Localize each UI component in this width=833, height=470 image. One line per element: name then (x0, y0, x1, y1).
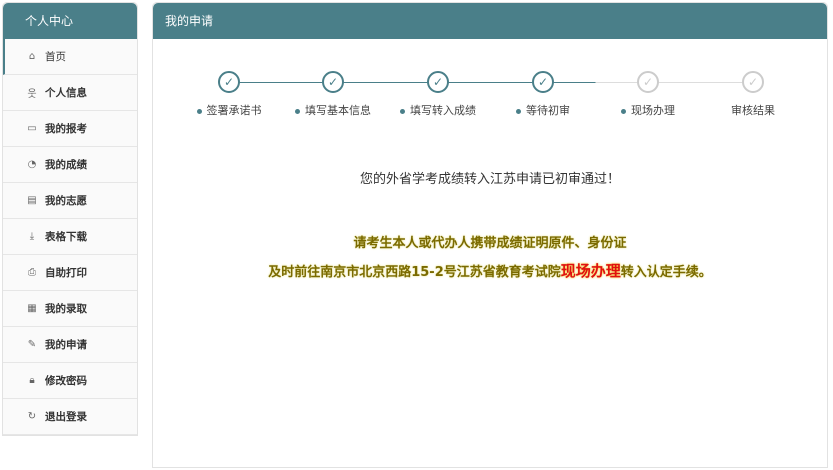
check-circle-icon: ✓ (742, 71, 764, 93)
sidebar-item-label: 我的申请 (45, 339, 87, 351)
sidebar: 个人中心 ⌂ 首页 웃 个人信息 ▭ 我的报考 ◔ 我的成绩 ▤ 我的志愿 ⤓ 表格下载 ⎙ 自助打印 ▦ 我… (2, 2, 138, 436)
check-circle-icon: ✓ (322, 71, 344, 93)
check-circle-icon: ✓ (427, 71, 449, 93)
dot-icon (295, 108, 300, 114)
step-label: 签署承诺书 (206, 104, 262, 117)
sidebar-item[interactable]: 웃 个人信息 (3, 75, 137, 111)
sidebar-item-label: 自助打印 (45, 267, 87, 279)
sidebar-item[interactable]: ↻ 退出登录 (3, 399, 137, 435)
sidebar-item-label: 我的录取 (45, 303, 87, 315)
step-label: 现场办理 (631, 104, 675, 117)
step: ✓ 审核结果 (703, 71, 803, 118)
sidebar-item-label: 我的志愿 (45, 195, 87, 207)
step: ✓ 现场办理 (598, 71, 698, 118)
step: ✓ 签署承诺书 (179, 71, 279, 118)
dot-icon (516, 108, 521, 114)
calendar-icon: ▦ (27, 303, 37, 314)
page-title: 我的申请 (153, 3, 827, 39)
instruction-text: 及时前往南京市北京西路15-2号江苏省教育考试院 (268, 265, 561, 280)
instruction-line-1: 请考生本人或代办人携带成绩证明原件、身份证 (353, 236, 627, 251)
sidebar-item[interactable]: 🔒︎ 修改密码 (3, 363, 137, 399)
edit-icon: ✎ (27, 339, 37, 350)
main-panel: 我的申请 ✓ 签署承诺书 ✓ 填写基本信息 ✓ 填写转入成绩 ✓ 等待初审 ✓ 现场办理 ✓ 审核结果… (152, 2, 828, 468)
printer-icon: ⎙ (28, 267, 36, 278)
download-icon: ⤓ (29, 231, 35, 242)
sidebar-item-label: 表格下载 (45, 231, 87, 243)
sidebar-title: 个人中心 (3, 3, 137, 39)
sidebar-item[interactable]: ⎙ 自助打印 (3, 255, 137, 291)
step-label: 等待初审 (526, 104, 570, 117)
sidebar-item-label: 退出登录 (45, 411, 87, 423)
instruction-text: 转入认定手续。 (620, 265, 712, 280)
step: ✓ 等待初审 (493, 71, 593, 118)
step: ✓ 填写基本信息 (283, 71, 383, 118)
step: ✓ 填写转入成绩 (388, 71, 488, 118)
document-icon: ▤ (27, 195, 37, 206)
sidebar-item-label: 首页 (45, 51, 66, 63)
step-label: 填写转入成绩 (410, 104, 476, 117)
sidebar-item[interactable]: ◔ 我的成绩 (3, 147, 137, 183)
home-icon: ⌂ (28, 51, 36, 62)
sidebar-item[interactable]: ✎ 我的申请 (3, 327, 137, 363)
step-label: 审核结果 (731, 104, 775, 117)
user-icon: 웃 (27, 89, 37, 100)
status-message: 您的外省学考成绩转入江苏申请已初审通过！ (359, 172, 620, 187)
step-label: 填写基本信息 (305, 104, 371, 117)
logout-icon: ↻ (27, 411, 37, 422)
dot-icon (621, 108, 626, 114)
check-circle-icon: ✓ (637, 71, 659, 93)
check-circle-icon: ✓ (532, 71, 554, 93)
id-card-icon: ▭ (27, 123, 37, 134)
sidebar-item[interactable]: ⤓ 表格下载 (3, 219, 137, 255)
sidebar-item-label: 我的成绩 (45, 159, 87, 171)
sidebar-item[interactable]: ▭ 我的报考 (3, 111, 137, 147)
sidebar-item[interactable]: ▦ 我的录取 (3, 291, 137, 327)
sidebar-item[interactable]: ▤ 我的志愿 (3, 183, 137, 219)
sidebar-item-label: 我的报考 (45, 123, 87, 135)
sidebar-item[interactable]: ⌂ 首页 (3, 39, 137, 75)
sidebar-item-label: 修改密码 (45, 375, 87, 387)
dot-icon (400, 108, 405, 114)
instruction-line-2: 及时前往南京市北京西路15-2号江苏省教育考试院现场办理转入认定手续。 (153, 260, 827, 281)
instruction-highlight: 现场办理 (560, 262, 621, 280)
pie-chart-icon: ◔ (27, 159, 37, 170)
dot-icon (196, 108, 202, 114)
sidebar-item-label: 个人信息 (45, 87, 87, 99)
lock-icon: 🔒︎ (29, 375, 35, 386)
check-circle-icon: ✓ (218, 71, 240, 93)
